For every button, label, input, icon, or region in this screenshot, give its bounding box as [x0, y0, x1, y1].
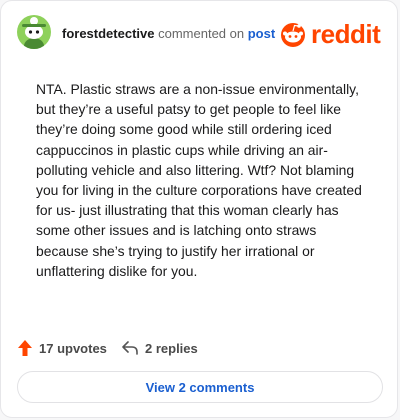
upvote-count: 17 upvotes [39, 340, 107, 356]
view-comments-button[interactable]: View 2 comments [17, 371, 383, 403]
reply-arrow-icon [122, 341, 138, 355]
reddit-wordmark: reddit [311, 19, 381, 49]
post-link[interactable]: post [248, 26, 275, 41]
username-link[interactable]: forestdetective [62, 26, 154, 41]
comment-actions: 17 upvotes 2 replies [17, 337, 377, 359]
reddit-logo[interactable]: reddit [279, 19, 385, 49]
reply-count: 2 replies [145, 340, 198, 356]
upvote-button[interactable]: 17 upvotes [17, 337, 107, 359]
reply-button[interactable]: 2 replies [121, 337, 198, 359]
comment-byline: forestdetective commented on post [62, 26, 275, 41]
comment-card: forestdetective commented on post reddit… [0, 0, 398, 418]
comment-body: NTA. Plastic straws are a non-issue envi… [36, 81, 362, 279]
user-avatar-icon[interactable] [17, 15, 51, 49]
comment-header: forestdetective commented on post reddit [17, 15, 383, 53]
upvote-arrow-icon [18, 340, 32, 356]
action-text: commented on [158, 26, 245, 41]
reddit-alien-icon [281, 23, 305, 47]
